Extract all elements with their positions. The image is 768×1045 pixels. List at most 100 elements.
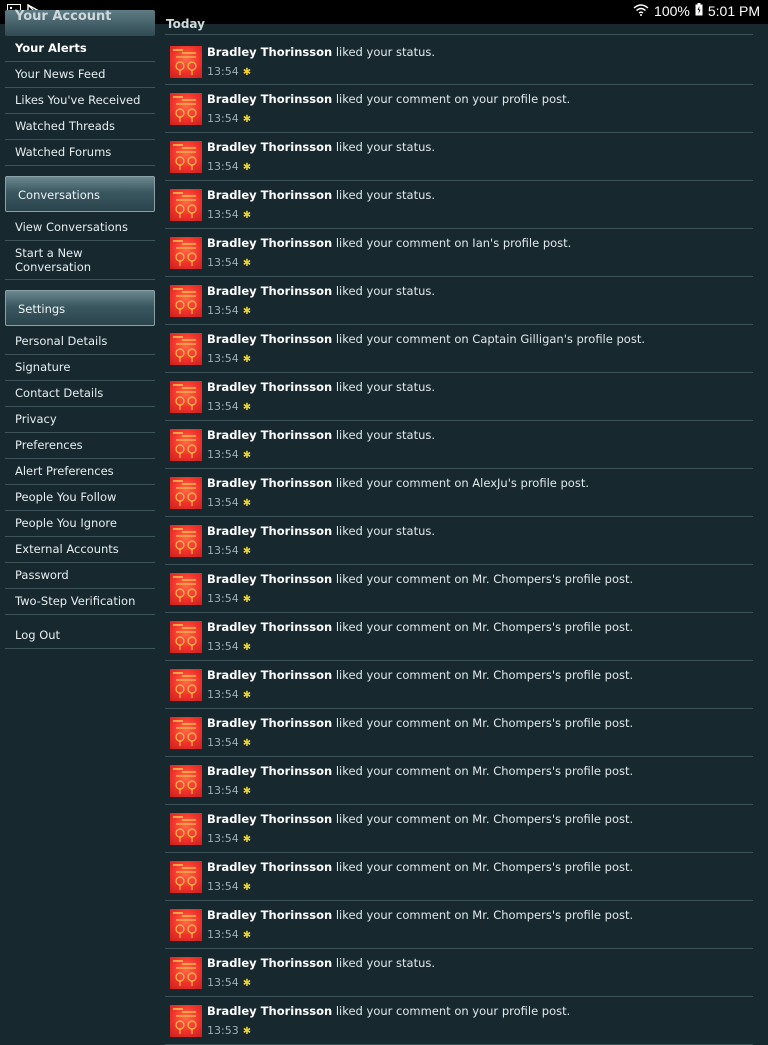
alert-item[interactable]: Bradley Thorinsson liked your comment on… bbox=[165, 325, 753, 373]
avatar[interactable] bbox=[170, 1005, 202, 1037]
alert-action: liked your status. bbox=[335, 45, 436, 59]
avatar[interactable] bbox=[170, 573, 202, 605]
alert-item[interactable]: Bradley Thorinsson liked your comment on… bbox=[165, 469, 753, 517]
avatar[interactable] bbox=[170, 525, 202, 557]
sidebar-item-password[interactable]: Password bbox=[5, 563, 155, 589]
new-alert-star-icon: ✱ bbox=[242, 258, 252, 269]
sidebar-item-signature[interactable]: Signature bbox=[5, 355, 155, 381]
alert-item[interactable]: Bradley Thorinsson liked your comment on… bbox=[165, 805, 753, 853]
alert-item[interactable]: Bradley Thorinsson liked your comment on… bbox=[165, 85, 753, 133]
alert-username[interactable]: Bradley Thorinsson bbox=[207, 860, 332, 874]
avatar[interactable] bbox=[170, 621, 202, 653]
avatar[interactable] bbox=[170, 765, 202, 797]
alert-username[interactable]: Bradley Thorinsson bbox=[207, 668, 332, 682]
sidebar-item-contact-details[interactable]: Contact Details bbox=[5, 381, 155, 407]
alert-action: liked your comment on Mr. Chompers's pro… bbox=[335, 572, 634, 586]
sidebar-item-watched-threads[interactable]: Watched Threads bbox=[5, 114, 155, 140]
alert-username[interactable]: Bradley Thorinsson bbox=[207, 764, 332, 778]
avatar[interactable] bbox=[170, 189, 202, 221]
alert-item[interactable]: Bradley Thorinsson liked your status. 13:… bbox=[165, 277, 753, 325]
avatar[interactable] bbox=[170, 909, 202, 941]
sidebar-item-your-alerts[interactable]: Your Alerts bbox=[5, 36, 155, 62]
new-alert-star-icon: ✱ bbox=[242, 402, 252, 413]
alert-username[interactable]: Bradley Thorinsson bbox=[207, 1004, 332, 1018]
avatar[interactable] bbox=[170, 237, 202, 269]
avatar[interactable] bbox=[170, 477, 202, 509]
alert-username[interactable]: Bradley Thorinsson bbox=[207, 380, 332, 394]
alert-username[interactable]: Bradley Thorinsson bbox=[207, 284, 332, 298]
alert-item[interactable]: Bradley Thorinsson liked your comment on… bbox=[165, 853, 753, 901]
avatar[interactable] bbox=[170, 861, 202, 893]
new-alert-star-icon: ✱ bbox=[242, 546, 252, 557]
avatar[interactable] bbox=[170, 333, 202, 365]
alert-item[interactable]: Bradley Thorinsson liked your status. 13:… bbox=[165, 373, 753, 421]
sidebar-item-privacy[interactable]: Privacy bbox=[5, 407, 155, 433]
sidebar-item-view-conversations[interactable]: View Conversations bbox=[5, 215, 155, 241]
sidebar-item-start-conversation[interactable]: Start a New Conversation bbox=[5, 241, 155, 280]
alert-username[interactable]: Bradley Thorinsson bbox=[207, 908, 332, 922]
alert-action: liked your status. bbox=[335, 524, 436, 538]
alert-text: Bradley Thorinsson liked your status. bbox=[207, 140, 435, 154]
alert-item[interactable]: Bradley Thorinsson liked your status. 13:… bbox=[165, 181, 753, 229]
sidebar-item-external-accounts[interactable]: External Accounts bbox=[5, 537, 155, 563]
avatar[interactable] bbox=[170, 93, 202, 125]
alert-item[interactable]: Bradley Thorinsson liked your comment on… bbox=[165, 901, 753, 949]
alert-item[interactable]: Bradley Thorinsson liked your comment on… bbox=[165, 757, 753, 805]
new-alert-star-icon: ✱ bbox=[242, 210, 252, 221]
sidebar-item-people-you-follow[interactable]: People You Follow bbox=[5, 485, 155, 511]
alert-username[interactable]: Bradley Thorinsson bbox=[207, 140, 332, 154]
alerts-list: Bradley Thorinsson liked your status. 13:… bbox=[165, 38, 753, 1045]
avatar[interactable] bbox=[170, 717, 202, 749]
alert-action: liked your status. bbox=[335, 188, 436, 202]
alert-item[interactable]: Bradley Thorinsson liked your comment on… bbox=[165, 565, 753, 613]
alert-item[interactable]: Bradley Thorinsson liked your comment on… bbox=[165, 709, 753, 757]
alert-timestamp: 13:54 bbox=[207, 928, 239, 941]
sidebar-item-two-step-verification[interactable]: Two-Step Verification bbox=[5, 589, 155, 615]
alert-username[interactable]: Bradley Thorinsson bbox=[207, 956, 332, 970]
sidebar-item-preferences[interactable]: Preferences bbox=[5, 433, 155, 459]
avatar[interactable] bbox=[170, 381, 202, 413]
alert-item[interactable]: Bradley Thorinsson liked your status. 13:… bbox=[165, 421, 753, 469]
sidebar-item-news-feed[interactable]: Your News Feed bbox=[5, 62, 155, 88]
avatar[interactable] bbox=[170, 285, 202, 317]
new-alert-star-icon: ✱ bbox=[242, 114, 252, 125]
alert-username[interactable]: Bradley Thorinsson bbox=[207, 332, 332, 346]
alert-item[interactable]: Bradley Thorinsson liked your comment on… bbox=[165, 997, 753, 1045]
alert-item[interactable]: Bradley Thorinsson liked your status. 13:… bbox=[165, 133, 753, 181]
avatar[interactable] bbox=[170, 429, 202, 461]
sidebar-heading-conversations: Conversations bbox=[5, 176, 155, 212]
alert-username[interactable]: Bradley Thorinsson bbox=[207, 716, 332, 730]
alert-item[interactable]: Bradley Thorinsson liked your comment on… bbox=[165, 229, 753, 277]
alert-item[interactable]: Bradley Thorinsson liked your status. 13:… bbox=[165, 517, 753, 565]
alert-username[interactable]: Bradley Thorinsson bbox=[207, 45, 332, 59]
avatar[interactable] bbox=[170, 141, 202, 173]
sidebar-item-log-out[interactable]: Log Out bbox=[5, 623, 155, 649]
alert-username[interactable]: Bradley Thorinsson bbox=[207, 92, 332, 106]
alert-text: Bradley Thorinsson liked your status. bbox=[207, 188, 435, 202]
alert-action: liked your comment on your profile post. bbox=[335, 1004, 571, 1018]
sidebar-item-watched-forums[interactable]: Watched Forums bbox=[5, 140, 155, 166]
alert-action: liked your comment on your profile post. bbox=[335, 92, 571, 106]
alert-username[interactable]: Bradley Thorinsson bbox=[207, 620, 332, 634]
avatar[interactable] bbox=[170, 813, 202, 845]
sidebar-item-personal-details[interactable]: Personal Details bbox=[5, 329, 155, 355]
alert-username[interactable]: Bradley Thorinsson bbox=[207, 812, 332, 826]
avatar[interactable] bbox=[170, 669, 202, 701]
avatar[interactable] bbox=[170, 46, 202, 78]
alert-username[interactable]: Bradley Thorinsson bbox=[207, 572, 332, 586]
alert-item[interactable]: Bradley Thorinsson liked your comment on… bbox=[165, 613, 753, 661]
alert-username[interactable]: Bradley Thorinsson bbox=[207, 524, 332, 538]
alert-username[interactable]: Bradley Thorinsson bbox=[207, 188, 332, 202]
alert-username[interactable]: Bradley Thorinsson bbox=[207, 236, 332, 250]
new-alert-star-icon: ✱ bbox=[242, 786, 252, 797]
alert-item[interactable]: Bradley Thorinsson liked your status. 13:… bbox=[165, 38, 753, 85]
avatar[interactable] bbox=[170, 957, 202, 989]
alert-item[interactable]: Bradley Thorinsson liked your comment on… bbox=[165, 661, 753, 709]
alert-username[interactable]: Bradley Thorinsson bbox=[207, 476, 332, 490]
alert-item[interactable]: Bradley Thorinsson liked your status. 13:… bbox=[165, 949, 753, 997]
sidebar-item-people-you-ignore[interactable]: People You Ignore bbox=[5, 511, 155, 537]
sidebar-item-likes-received[interactable]: Likes You've Received bbox=[5, 88, 155, 114]
alert-action: liked your status. bbox=[335, 380, 436, 394]
sidebar-item-alert-preferences[interactable]: Alert Preferences bbox=[5, 459, 155, 485]
alert-username[interactable]: Bradley Thorinsson bbox=[207, 428, 332, 442]
